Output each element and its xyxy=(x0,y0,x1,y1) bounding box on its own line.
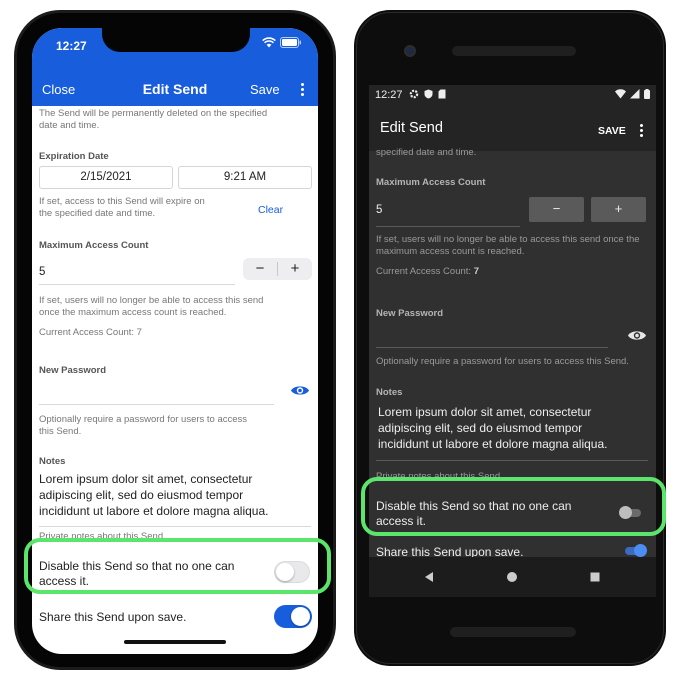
max-access-count-underline xyxy=(376,226,520,227)
share-send-switch[interactable] xyxy=(623,544,647,558)
ios-home-indicator xyxy=(124,640,226,644)
decrement-button[interactable]: − xyxy=(243,258,277,280)
expiration-time-field[interactable]: 9:21 AM xyxy=(178,166,312,189)
notes-label: Notes xyxy=(376,387,403,398)
more-options-icon[interactable] xyxy=(297,82,307,98)
home-circle-icon[interactable] xyxy=(504,569,520,585)
wifi-icon xyxy=(615,89,626,99)
shield-icon xyxy=(424,89,433,99)
new-password-input[interactable] xyxy=(376,323,606,347)
android-navigation-bar xyxy=(369,557,656,597)
expiration-date-help: If set, access to this Send will expire … xyxy=(39,196,205,219)
android-disable-send-highlight xyxy=(361,477,666,536)
battery-icon xyxy=(644,89,650,99)
max-access-count-help: If set, users will no longer be able to … xyxy=(376,234,640,257)
android-frame: 12:27 Edit Send SAVE specified date and … xyxy=(354,10,666,666)
notes-underline xyxy=(376,460,648,461)
ios-status-time: 12:27 xyxy=(56,39,87,53)
expiration-date-label: Expiration Date xyxy=(39,151,109,162)
ios-disable-send-highlight xyxy=(24,538,331,594)
settings-gear-icon xyxy=(409,89,419,99)
notes-textarea[interactable]: Lorem ipsum dolor sit amet, consectetur … xyxy=(378,404,608,452)
notes-textarea[interactable]: Lorem ipsum dolor sit amet, consectetur … xyxy=(39,471,269,519)
android-status-bar: 12:27 xyxy=(369,85,656,105)
max-access-count-input[interactable]: 5 xyxy=(39,266,45,278)
save-button[interactable]: SAVE xyxy=(598,125,626,137)
page-title: Edit Send xyxy=(380,120,443,136)
new-password-label: New Password xyxy=(39,365,107,376)
current-access-count: Current Access Count: 7 xyxy=(376,266,479,277)
max-access-count-help: If set, users will no longer be able to … xyxy=(39,295,264,318)
ios-navbar: Close Edit Send Save xyxy=(32,80,318,100)
new-password-underline xyxy=(39,404,274,405)
max-access-count-underline xyxy=(39,284,235,285)
android-notification-icons xyxy=(409,89,446,99)
close-button[interactable]: Close xyxy=(42,82,75,97)
increment-button[interactable]: + xyxy=(591,197,646,222)
notes-underline xyxy=(39,526,311,527)
share-send-toggle[interactable] xyxy=(274,605,312,628)
new-password-input[interactable] xyxy=(39,382,271,404)
back-triangle-icon[interactable] xyxy=(421,569,437,585)
top-speaker xyxy=(452,46,576,56)
show-password-eye-icon[interactable] xyxy=(627,329,647,342)
clear-expiration-button[interactable]: Clear xyxy=(258,204,283,216)
signal-icon xyxy=(630,89,640,99)
new-password-help: Optionally require a password for users … xyxy=(39,414,248,437)
expiration-date-field[interactable]: 2/15/2021 xyxy=(39,166,173,189)
android-toolbar: Edit Send SAVE xyxy=(369,105,656,151)
bottom-speaker xyxy=(450,627,576,637)
ios-header: 12:27 Close Edit Send Save xyxy=(32,28,318,106)
recents-square-icon[interactable] xyxy=(587,569,603,585)
notes-label: Notes xyxy=(39,456,66,467)
save-button[interactable]: Save xyxy=(250,82,280,97)
sd-card-icon xyxy=(438,89,446,99)
max-access-count-label: Maximum Access Count xyxy=(376,177,486,188)
more-options-icon[interactable] xyxy=(637,123,645,139)
deletion-date-help-cut: specified date and time. xyxy=(376,147,477,158)
show-password-eye-icon[interactable] xyxy=(290,384,310,397)
ios-notch xyxy=(102,28,250,52)
max-access-count-input[interactable]: 5 xyxy=(376,204,382,216)
battery-icon xyxy=(280,37,301,48)
front-camera xyxy=(404,45,416,57)
android-system-icons xyxy=(615,89,650,99)
new-password-help: Optionally require a password for users … xyxy=(376,356,629,367)
max-access-count-label: Maximum Access Count xyxy=(39,240,149,251)
wifi-icon xyxy=(262,37,276,48)
ios-status-icons xyxy=(262,37,302,48)
new-password-label: New Password xyxy=(376,308,444,319)
max-access-count-stepper: − + xyxy=(243,258,312,280)
increment-button[interactable]: + xyxy=(278,258,312,280)
android-status-time: 12:27 xyxy=(375,89,403,101)
deletion-date-help: The Send will be permanently deleted on … xyxy=(39,108,268,131)
current-access-count: Current Access Count: 7 xyxy=(39,327,142,338)
new-password-underline xyxy=(376,347,608,348)
decrement-button[interactable]: − xyxy=(529,197,584,222)
share-send-label: Share this Send upon save. xyxy=(39,610,187,624)
